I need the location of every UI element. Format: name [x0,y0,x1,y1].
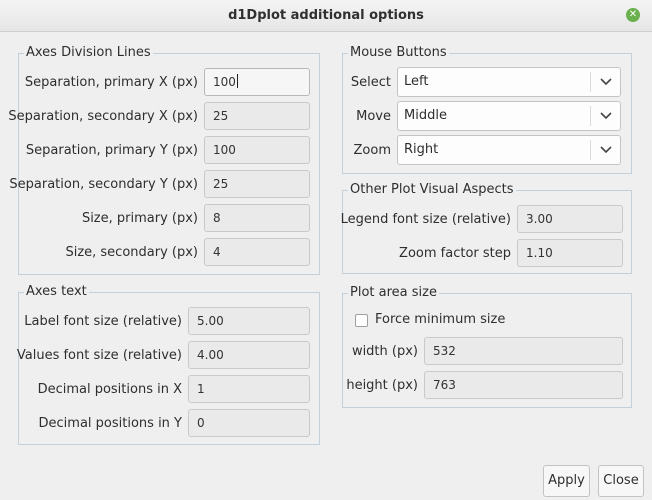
size-primary-label: Size, primary (px) [81,211,198,226]
decimal-x-label: Decimal positions in X [37,382,182,397]
window-title: d1Dplot additional options [228,8,424,23]
text-caret [236,74,238,88]
zoom-factor-step-label: Zoom factor step [399,246,511,261]
width-field[interactable]: 532 [424,337,623,365]
title-bar: d1Dplot additional options ✕ [0,0,652,32]
height-field[interactable]: 763 [424,371,623,399]
select-label: Select [350,75,391,90]
values-font-size-label: Values font size (relative) [16,348,182,363]
sep-secondary-y-label: Separation, secondary Y (px) [9,177,198,192]
move-button-dropdown[interactable]: Middle [397,101,621,131]
close-button[interactable]: Close [598,465,644,497]
close-icon[interactable]: ✕ [626,8,640,22]
chevron-down-icon [600,146,612,154]
chevron-down-icon [600,78,612,86]
axes-text-legend: Axes text [24,284,89,299]
force-minimum-size-label[interactable]: Force minimum size [375,312,505,327]
axes-division-legend: Axes Division Lines [24,45,153,60]
move-label: Move [356,109,391,124]
size-primary-field[interactable]: 8 [204,204,310,232]
sep-primary-y-label: Separation, primary Y (px) [25,143,198,158]
zoom-label: Zoom [353,143,391,158]
sep-primary-y-field[interactable]: 100 [204,136,310,164]
label-font-size-label: Label font size (relative) [24,314,182,329]
legend-font-size-label: Legend font size (relative) [340,212,511,227]
mouse-buttons-legend: Mouse Buttons [348,45,449,60]
values-font-size-field[interactable]: 4.00 [188,341,310,369]
zoom-factor-step-field[interactable]: 1.10 [517,239,623,267]
decimal-x-field[interactable]: 1 [188,375,310,403]
sep-secondary-x-field[interactable]: 25 [204,102,310,130]
size-secondary-field[interactable]: 4 [204,238,310,266]
zoom-button-dropdown[interactable]: Right [397,135,621,165]
sep-primary-x-label: Separation, primary X (px) [24,75,198,90]
sep-secondary-y-field[interactable]: 25 [204,170,310,198]
plot-area-legend: Plot area size [348,285,439,300]
apply-button[interactable]: Apply [543,465,590,497]
select-button-dropdown[interactable]: Left [397,67,621,97]
chevron-down-icon [600,112,612,120]
sep-primary-x-field[interactable]: 100 [204,68,310,96]
decimal-y-label: Decimal positions in Y [38,416,182,431]
legend-font-size-field[interactable]: 3.00 [517,205,623,233]
label-font-size-field[interactable]: 5.00 [188,307,310,335]
visual-aspects-legend: Other Plot Visual Aspects [348,182,516,197]
force-minimum-size-checkbox[interactable] [355,314,368,327]
width-label: width (px) [351,344,418,359]
decimal-y-field[interactable]: 0 [188,409,310,437]
height-label: height (px) [346,378,418,393]
size-secondary-label: Size, secondary (px) [65,245,198,260]
sep-secondary-x-label: Separation, secondary X (px) [8,109,198,124]
